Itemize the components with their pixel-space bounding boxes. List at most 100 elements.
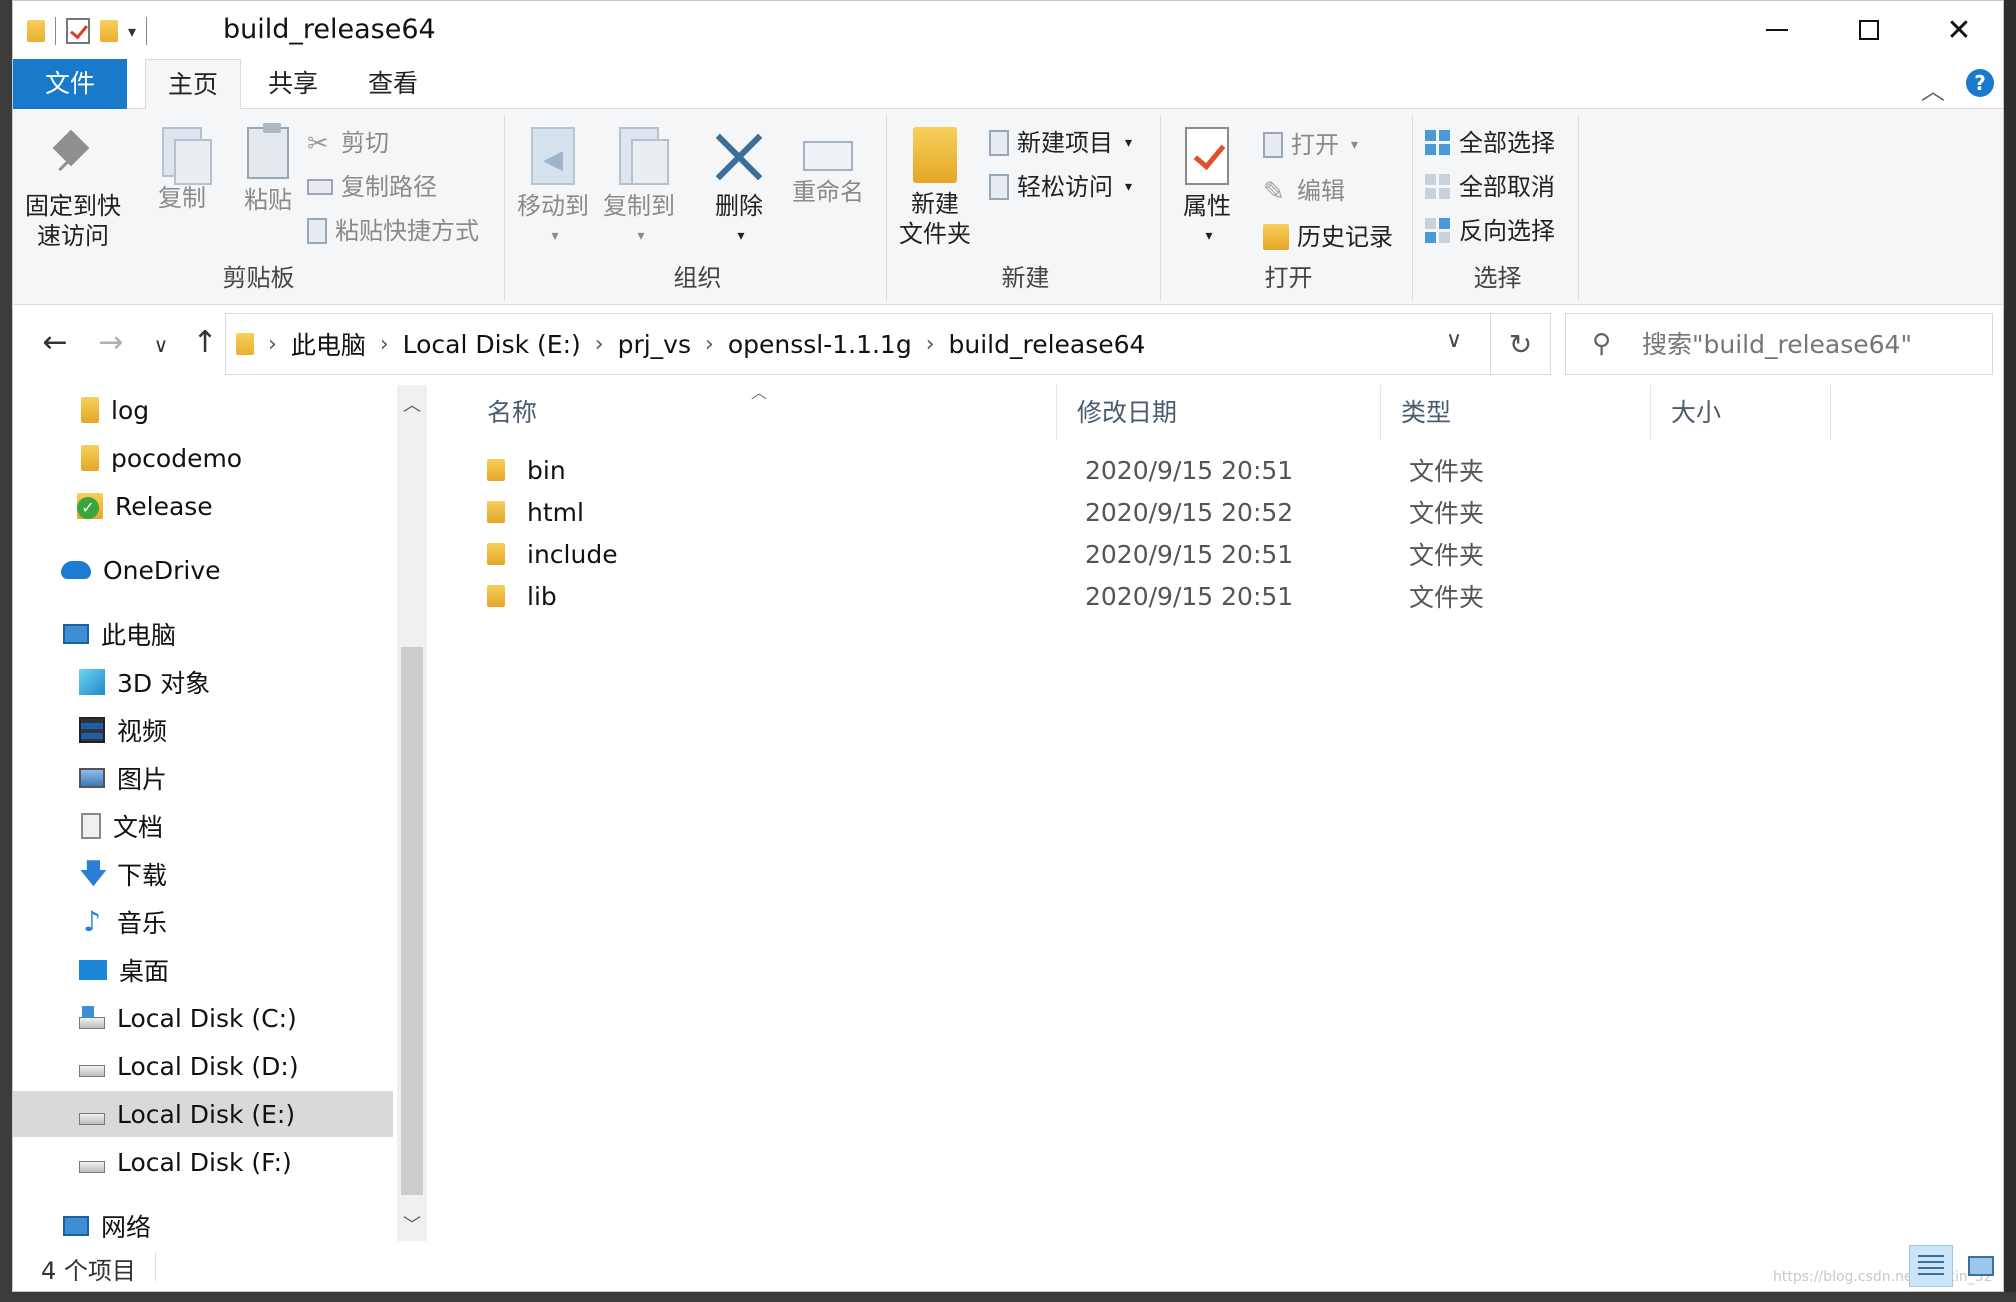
nav-item-local-disk-f[interactable]: Local Disk (F:): [13, 1139, 393, 1185]
column-header-size[interactable]: 大小: [1651, 385, 1831, 441]
easy-access-label: 轻松访问: [1017, 173, 1113, 201]
move-to-button[interactable]: 移动到 ▾: [509, 119, 597, 251]
nav-item-videos[interactable]: 视频: [13, 707, 393, 753]
nav-item-network[interactable]: 网络: [13, 1203, 393, 1241]
large-icons-view-button[interactable]: [1959, 1245, 2003, 1287]
paste-shortcut-button[interactable]: 粘贴快捷方式: [307, 211, 479, 251]
breadcrumb-item[interactable]: Local Disk (E:): [403, 330, 581, 359]
tab-file[interactable]: 文件: [13, 59, 127, 109]
table-row[interactable]: html 2020/9/15 20:52 文件夹: [467, 491, 1507, 533]
nav-item-downloads[interactable]: 🡇 下载: [13, 851, 393, 897]
copy-button[interactable]: 复制: [137, 119, 227, 213]
search-input[interactable]: [1642, 329, 1972, 359]
collapse-ribbon-button[interactable]: ︿: [1921, 71, 1945, 106]
up-button[interactable]: ↑: [185, 325, 225, 360]
maximize-button[interactable]: [1823, 1, 1915, 59]
cut-button[interactable]: 剪切: [307, 123, 389, 164]
pin-to-quick-access-button[interactable]: 固定到快 速访问: [23, 119, 123, 251]
chevron-down-icon[interactable]: ▾: [128, 22, 136, 41]
copy-to-button[interactable]: 复制到 ▾: [595, 119, 683, 251]
nav-item-local-disk-e[interactable]: Local Disk (E:): [13, 1091, 393, 1137]
select-all-button[interactable]: 全部选择: [1425, 123, 1555, 163]
recent-locations-button[interactable]: ∨: [141, 333, 181, 357]
nav-item-local-disk-d[interactable]: Local Disk (D:): [13, 1043, 393, 1089]
pin-icon: [48, 127, 98, 185]
chevron-up-icon: ︿: [403, 395, 421, 416]
minimize-button[interactable]: [1731, 1, 1823, 59]
copy-path-button[interactable]: 复制路径: [307, 167, 437, 207]
ribbon-group-new: 新建 文件夹 新建项目 ▾ 轻松访问 ▾ 新建: [891, 115, 1161, 301]
address-toolbar: ← → ∨ ↑ › 此电脑 › Local Disk (E:) › prj_vs…: [13, 305, 2003, 385]
cube-icon: [79, 669, 105, 695]
edit-button[interactable]: 编辑: [1263, 171, 1345, 212]
pin-label: 固定到快: [25, 192, 121, 220]
chevron-down-icon: ﹀: [403, 1215, 421, 1236]
delete-button[interactable]: 删除 ▾: [703, 119, 775, 251]
address-bar[interactable]: › 此电脑 › Local Disk (E:) › prj_vs › opens…: [225, 313, 1491, 375]
column-header-type[interactable]: 类型: [1381, 385, 1651, 441]
scroll-down-button[interactable]: ﹀: [397, 1211, 427, 1237]
nav-item-local-disk-c[interactable]: Local Disk (C:): [13, 995, 393, 1041]
background-bottom-edge: [0, 1292, 2016, 1302]
details-view-icon: [1918, 1255, 1944, 1277]
open-button[interactable]: 打开 ▾: [1263, 125, 1358, 165]
close-button[interactable]: ✕: [1913, 1, 2003, 59]
nav-item-music[interactable]: ♪ 音乐: [13, 899, 393, 945]
column-header-name[interactable]: 名称: [467, 385, 1057, 441]
nav-scrollbar[interactable]: ︿ ﹀: [397, 385, 427, 1241]
chevron-right-icon[interactable]: ›: [595, 332, 604, 357]
nav-item-desktop[interactable]: 桌面: [13, 947, 393, 993]
chevron-right-icon[interactable]: ›: [380, 332, 389, 357]
scroll-thumb[interactable]: [401, 647, 423, 1195]
nav-item-pictures[interactable]: 图片: [13, 755, 393, 801]
address-dropdown-button[interactable]: ∨: [1446, 328, 1462, 353]
rename-button[interactable]: 重命名: [783, 119, 873, 207]
new-folder-button[interactable]: 新建 文件夹: [891, 119, 979, 249]
easy-access-button[interactable]: 轻松访问 ▾: [989, 167, 1132, 207]
paste-button[interactable]: 粘贴: [223, 119, 313, 215]
properties-icon[interactable]: [66, 18, 90, 44]
nav-item-onedrive[interactable]: OneDrive: [13, 547, 393, 593]
nav-item-documents[interactable]: 文档: [13, 803, 393, 849]
table-row[interactable]: lib 2020/9/15 20:51 文件夹: [467, 575, 1507, 617]
history-button[interactable]: 历史记录: [1263, 217, 1393, 257]
nav-item-release[interactable]: Release: [13, 483, 393, 529]
details-view-button[interactable]: [1909, 1245, 1953, 1287]
invert-selection-button[interactable]: 反向选择: [1425, 211, 1555, 251]
breadcrumb-item[interactable]: build_release64: [949, 330, 1146, 359]
table-row[interactable]: bin 2020/9/15 20:51 文件夹: [467, 449, 1507, 491]
group-label: 剪贴板: [222, 264, 295, 292]
chevron-up-icon: ︿: [1921, 77, 1945, 105]
help-button[interactable]: ?: [1966, 69, 1994, 97]
scroll-up-button[interactable]: ︿: [397, 391, 427, 417]
nav-item-this-pc[interactable]: 此电脑: [13, 611, 393, 657]
nav-item-label: 图片: [117, 765, 168, 794]
breadcrumb-item[interactable]: 此电脑: [291, 326, 366, 362]
ribbon-group-open: 属性 ▾ 打开 ▾ 编辑 历史记录 打开: [1165, 115, 1413, 301]
new-item-button[interactable]: 新建项目 ▾: [989, 123, 1132, 163]
copy-path-icon: [307, 179, 333, 195]
tab-view[interactable]: 查看: [349, 59, 437, 109]
tab-home[interactable]: 主页: [145, 59, 241, 110]
move-to-label: 移动到: [517, 192, 589, 220]
forward-button[interactable]: →: [91, 325, 131, 360]
tab-share[interactable]: 共享: [249, 59, 337, 109]
refresh-button[interactable]: ↻: [1491, 313, 1551, 375]
music-icon: ♪: [83, 905, 101, 938]
nav-item-log[interactable]: log: [13, 387, 393, 433]
chevron-right-icon[interactable]: ›: [705, 332, 714, 357]
select-none-button[interactable]: 全部取消: [1425, 167, 1555, 207]
minimize-icon: [1766, 29, 1788, 31]
chevron-right-icon[interactable]: ›: [268, 332, 277, 357]
nav-item-3d-objects[interactable]: 3D 对象: [13, 659, 393, 705]
breadcrumb-item[interactable]: prj_vs: [618, 330, 691, 359]
table-row[interactable]: include 2020/9/15 20:51 文件夹: [467, 533, 1507, 575]
chevron-right-icon[interactable]: ›: [926, 332, 935, 357]
nav-item-pocodemo[interactable]: pocodemo: [13, 435, 393, 481]
back-button[interactable]: ←: [35, 325, 75, 360]
properties-button[interactable]: 属性 ▾: [1165, 119, 1249, 251]
new-folder-icon[interactable]: [100, 20, 118, 42]
desktop-icon: [79, 960, 107, 980]
breadcrumb-item[interactable]: openssl-1.1.1g: [728, 330, 912, 359]
column-header-date[interactable]: 修改日期: [1057, 385, 1381, 441]
